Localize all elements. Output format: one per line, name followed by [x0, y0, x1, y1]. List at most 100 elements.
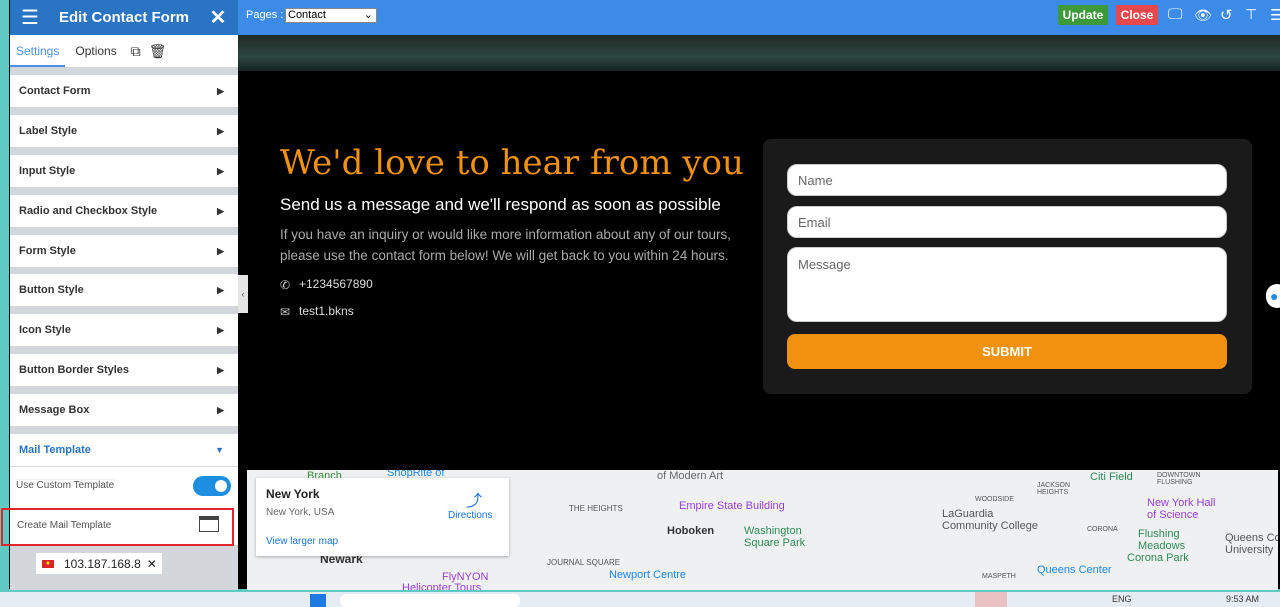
contact-subheading: Send us a message and we'll respond as s…: [280, 195, 721, 214]
ip-badge: ★ 103.187.168.8 ✕: [36, 553, 162, 574]
update-button[interactable]: Update: [1058, 5, 1108, 25]
sidebar-item-button-style[interactable]: Button Style ▶: [10, 274, 238, 306]
caret-right-icon: ▶: [217, 85, 224, 96]
contact-heading: We'd love to hear from you: [280, 143, 744, 183]
envelope-icon: ✉: [280, 305, 291, 319]
google-map[interactable]: Branch ShopRite of of Modern Art THE HEI…: [247, 470, 1278, 590]
sidebar-item-icon-style[interactable]: Icon Style ▶: [10, 314, 238, 346]
directions-icon[interactable]: ⤴: [466, 487, 482, 511]
menu-icon[interactable]: ☰: [1270, 6, 1280, 24]
caret-right-icon: ▶: [217, 324, 224, 335]
close-icon[interactable]: ✕: [198, 5, 238, 30]
directions-link[interactable]: Directions: [448, 510, 492, 521]
trash-icon[interactable]: 🗑: [149, 43, 167, 60]
message-textarea[interactable]: Message: [787, 247, 1227, 322]
chevron-down-icon: ⌄: [363, 9, 373, 21]
sidebar: ☰ Edit Contact Form ✕ Settings Options ⧉…: [1, 0, 238, 590]
item-label: Button Style: [19, 284, 84, 296]
email-address: test1.bkns: [299, 304, 354, 318]
view-larger-map-link[interactable]: View larger map: [266, 536, 338, 547]
eye-icon[interactable]: 👁: [1194, 7, 1212, 24]
create-mail-template-row[interactable]: Create Mail Template: [1, 508, 234, 546]
map-label: Community College: [942, 520, 1038, 532]
banner-image: [238, 35, 1280, 71]
taskbar-search[interactable]: [340, 594, 520, 607]
caret-right-icon: ▶: [217, 364, 224, 375]
vietnam-flag-icon: ★: [42, 559, 54, 568]
map-label: Hoboken: [667, 525, 715, 537]
history-icon[interactable]: ↺: [1220, 6, 1233, 24]
top-toolbar: Pages : Contact ⌄ Update Close 🖵 👁 ↺ ⊤ ☰: [238, 0, 1280, 35]
name-input[interactable]: Name: [787, 164, 1227, 196]
map-label: DOWNTOWN FLUSHING: [1157, 472, 1201, 486]
item-label: Label Style: [19, 125, 78, 137]
desktop-icon[interactable]: 🖵: [1168, 6, 1182, 23]
create-mail-template-label: Create Mail Template: [17, 520, 112, 531]
mail-template-panel: Use Custom Template Create Mail Template: [1, 467, 238, 546]
caret-down-icon: ▼: [215, 445, 224, 455]
map-label: Washington: [744, 525, 802, 537]
email-input[interactable]: Email: [787, 206, 1227, 238]
clock[interactable]: 9:53 AM: [1226, 594, 1259, 604]
collapse-sidebar-handle[interactable]: ‹: [238, 275, 248, 313]
map-label: Square Park: [744, 537, 806, 549]
sidebar-item-form-style[interactable]: Form Style ▶: [10, 235, 238, 267]
item-label: Form Style: [19, 245, 76, 257]
menu-icon[interactable]: ☰: [10, 5, 50, 30]
phone-number: +1234567890: [299, 277, 373, 291]
map-label: Helicopter Tours: [402, 582, 482, 590]
taskbar-app-icon[interactable]: [975, 592, 1007, 607]
item-label: Mail Template: [19, 444, 91, 456]
chat-widget-icon[interactable]: ●: [1266, 284, 1280, 308]
submit-button[interactable]: SUBMIT: [787, 334, 1227, 369]
map-info-card: New York New York, USA ⤴ Directions View…: [256, 478, 509, 556]
map-label: of Science: [1147, 509, 1199, 521]
sidebar-item-label-style[interactable]: Label Style ▶: [10, 115, 238, 147]
map-label: WOODSIDE: [975, 496, 1014, 503]
sidebar-item-contact-form[interactable]: Contact Form ▶: [10, 75, 238, 107]
map-label: JACKSON HEIGHTS: [1037, 482, 1071, 496]
item-label: Icon Style: [19, 324, 71, 336]
map-label: THE HEIGHTS: [569, 504, 623, 513]
map-place-title: New York: [266, 487, 320, 501]
sidebar-item-input-style[interactable]: Input Style ▶: [10, 155, 238, 187]
map-label: Empire State Building: [679, 500, 785, 512]
map-label: JOURNAL SQUARE: [547, 558, 621, 567]
ip-address: 103.187.168.8: [64, 556, 141, 571]
tab-options[interactable]: Options: [69, 35, 122, 67]
sidebar-item-message-box[interactable]: Message Box ▶: [10, 394, 238, 426]
use-custom-template-label: Use Custom Template: [16, 479, 115, 491]
close-icon[interactable]: ✕: [147, 557, 157, 571]
phone-icon: ✆: [280, 278, 291, 292]
sidebar-header: ☰ Edit Contact Form ✕: [10, 0, 238, 35]
pages-select-value: Contact: [288, 9, 326, 21]
use-custom-template-toggle[interactable]: [193, 476, 231, 496]
map-label: of Modern Art: [657, 470, 724, 482]
sidebar-item-button-border-styles[interactable]: Button Border Styles ▶: [10, 354, 238, 386]
pages-label: Pages :: [246, 9, 284, 21]
language-indicator[interactable]: ENG: [1112, 594, 1132, 604]
map-label: New York Hall: [1147, 497, 1216, 509]
item-label: Contact Form: [19, 85, 91, 97]
map-label: University: [1225, 544, 1274, 556]
map-label: LaGuardia: [942, 508, 994, 520]
map-label: Queens Center: [1037, 564, 1112, 576]
close-button[interactable]: Close: [1116, 5, 1158, 25]
sidebar-item-mail-template[interactable]: Mail Template ▼: [10, 434, 238, 466]
caret-right-icon: ▶: [217, 165, 224, 176]
map-label: Meadows: [1138, 540, 1186, 552]
map-label: MASPETH: [982, 573, 1016, 580]
map-place-subtitle: New York, USA: [266, 507, 335, 518]
duplicate-icon[interactable]: ⧉: [131, 43, 141, 60]
map-label: Flushing: [1138, 528, 1180, 540]
item-label: Message Box: [19, 404, 90, 416]
map-label: Citi Field: [1090, 471, 1133, 483]
sitemap-icon[interactable]: ⊤: [1245, 6, 1257, 23]
caret-right-icon: ▶: [217, 245, 224, 256]
pages-select[interactable]: Contact ⌄: [285, 8, 377, 23]
window-icon[interactable]: [199, 516, 219, 532]
sidebar-item-radio-checkbox-style[interactable]: Radio and Checkbox Style ▶: [10, 195, 238, 227]
tab-settings[interactable]: Settings: [10, 35, 66, 67]
windows-start-icon[interactable]: [310, 594, 326, 607]
sidebar-title: Edit Contact Form: [59, 9, 189, 26]
